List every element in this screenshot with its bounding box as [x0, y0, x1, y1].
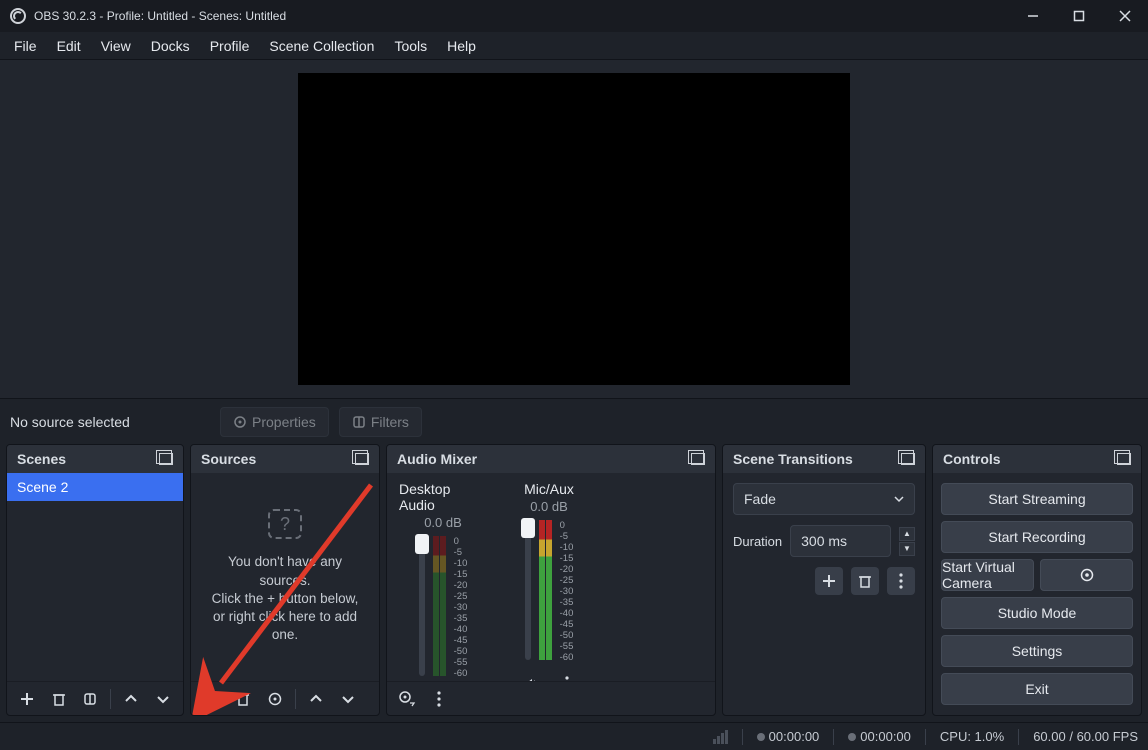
obs-logo-icon: [10, 8, 26, 24]
scenes-list[interactable]: Scene 2: [7, 473, 183, 681]
stream-time: 00:00:00: [757, 729, 820, 744]
statusbar: 00:00:00 00:00:00 CPU: 1.0% 60.00 / 60.0…: [0, 722, 1148, 750]
move-scene-up-button[interactable]: [117, 685, 145, 713]
source-selection-status: No source selected: [10, 414, 210, 430]
move-scene-down-button[interactable]: [149, 685, 177, 713]
maximize-button[interactable]: [1056, 0, 1102, 32]
minimize-button[interactable]: [1010, 0, 1056, 32]
record-time: 00:00:00: [848, 729, 911, 744]
volume-slider[interactable]: [419, 536, 425, 676]
studio-mode-button[interactable]: Studio Mode: [941, 597, 1133, 629]
move-source-down-button[interactable]: [334, 685, 362, 713]
transition-menu-button[interactable]: [887, 567, 915, 595]
transitions-header: Scene Transitions: [723, 445, 925, 473]
audio-mixer-dock: Audio Mixer Desktop Audio 0.0 dB 0-5-10-…: [386, 444, 716, 716]
menubar: File Edit View Docks Profile Scene Colle…: [0, 32, 1148, 60]
sources-list[interactable]: ? You don't have any sources. Click the …: [191, 473, 379, 681]
channel-menu-button[interactable]: [553, 670, 581, 681]
menu-edit[interactable]: Edit: [47, 34, 91, 58]
popout-icon[interactable]: [1117, 453, 1131, 465]
chevron-down-icon: [894, 494, 904, 504]
transitions-dock: Scene Transitions Fade Duration 300 ms ▲…: [722, 444, 926, 716]
audio-meter: [539, 520, 552, 660]
db-scale: 0-5-10-15-20-25-30-35-40-45-50-55-60: [454, 536, 468, 676]
source-properties-button[interactable]: [261, 685, 289, 713]
menu-scene-collection[interactable]: Scene Collection: [259, 34, 384, 58]
live-dot-icon: [757, 733, 765, 741]
mixer-header: Audio Mixer: [387, 445, 715, 473]
menu-help[interactable]: Help: [437, 34, 486, 58]
db-scale: 0-5-10-15-20-25-30-35-40-45-50-55-60: [560, 520, 574, 660]
start-streaming-button[interactable]: Start Streaming: [941, 483, 1133, 515]
volume-slider[interactable]: [525, 520, 531, 660]
rec-dot-icon: [848, 733, 856, 741]
menu-file[interactable]: File: [4, 34, 47, 58]
add-scene-button[interactable]: [13, 685, 41, 713]
gear-icon: [233, 415, 247, 429]
mixer-menu-button[interactable]: [425, 685, 453, 713]
advanced-audio-button[interactable]: [393, 685, 421, 713]
scenes-dock: Scenes Scene 2: [6, 444, 184, 716]
duration-label: Duration: [733, 534, 782, 549]
audio-meter: [433, 536, 446, 676]
exit-button[interactable]: Exit: [941, 673, 1133, 705]
question-icon: ?: [268, 509, 302, 539]
window-title: OBS 30.2.3 - Profile: Untitled - Scenes:…: [34, 9, 286, 23]
preview-canvas[interactable]: [298, 73, 850, 385]
start-recording-button[interactable]: Start Recording: [941, 521, 1133, 553]
popout-icon[interactable]: [355, 453, 369, 465]
remove-transition-button[interactable]: [851, 567, 879, 595]
scene-item[interactable]: Scene 2: [7, 473, 183, 501]
sources-header: Sources: [191, 445, 379, 473]
popout-icon[interactable]: [901, 453, 915, 465]
network-icon: [713, 730, 728, 744]
menu-view[interactable]: View: [91, 34, 141, 58]
sources-dock: Sources ? You don't have any sources. Cl…: [190, 444, 380, 716]
duration-input[interactable]: 300 ms: [790, 525, 891, 557]
controls-dock: Controls Start Streaming Start Recording…: [932, 444, 1142, 716]
menu-docks[interactable]: Docks: [141, 34, 200, 58]
popout-icon[interactable]: [159, 453, 173, 465]
mixer-channel-mic: Mic/Aux 0.0 dB 0-5-10-15-20-25-30-35-40-…: [505, 481, 593, 681]
fps-readout: 60.00 / 60.00 FPS: [1033, 729, 1138, 744]
gear-icon: [1079, 567, 1095, 583]
add-source-button[interactable]: [197, 685, 225, 713]
source-toolbar: No source selected Properties Filters: [0, 398, 1148, 444]
mixer-channel-desktop: Desktop Audio 0.0 dB 0-5-10-15-20-25-30-…: [399, 481, 487, 681]
controls-header: Controls: [933, 445, 1141, 473]
menu-profile[interactable]: Profile: [200, 34, 260, 58]
duration-step-up[interactable]: ▲: [899, 527, 915, 541]
titlebar: OBS 30.2.3 - Profile: Untitled - Scenes:…: [0, 0, 1148, 32]
cpu-usage: CPU: 1.0%: [940, 729, 1004, 744]
duration-step-down[interactable]: ▼: [899, 542, 915, 556]
transition-select[interactable]: Fade: [733, 483, 915, 515]
properties-button[interactable]: Properties: [220, 407, 329, 437]
remove-source-button[interactable]: [229, 685, 257, 713]
virtual-camera-settings-button[interactable]: [1040, 559, 1133, 591]
settings-button[interactable]: Settings: [941, 635, 1133, 667]
add-transition-button[interactable]: [815, 567, 843, 595]
filters-icon: [352, 415, 366, 429]
close-button[interactable]: [1102, 0, 1148, 32]
start-virtual-camera-button[interactable]: Start Virtual Camera: [941, 559, 1034, 591]
filters-button[interactable]: Filters: [339, 407, 422, 437]
preview-area: [0, 60, 1148, 398]
mute-button[interactable]: [517, 670, 545, 681]
sources-empty-state: ? You don't have any sources. Click the …: [191, 473, 379, 681]
popout-icon[interactable]: [691, 453, 705, 465]
scene-filters-button[interactable]: [77, 685, 105, 713]
remove-scene-button[interactable]: [45, 685, 73, 713]
scenes-header: Scenes: [7, 445, 183, 473]
move-source-up-button[interactable]: [302, 685, 330, 713]
menu-tools[interactable]: Tools: [384, 34, 437, 58]
